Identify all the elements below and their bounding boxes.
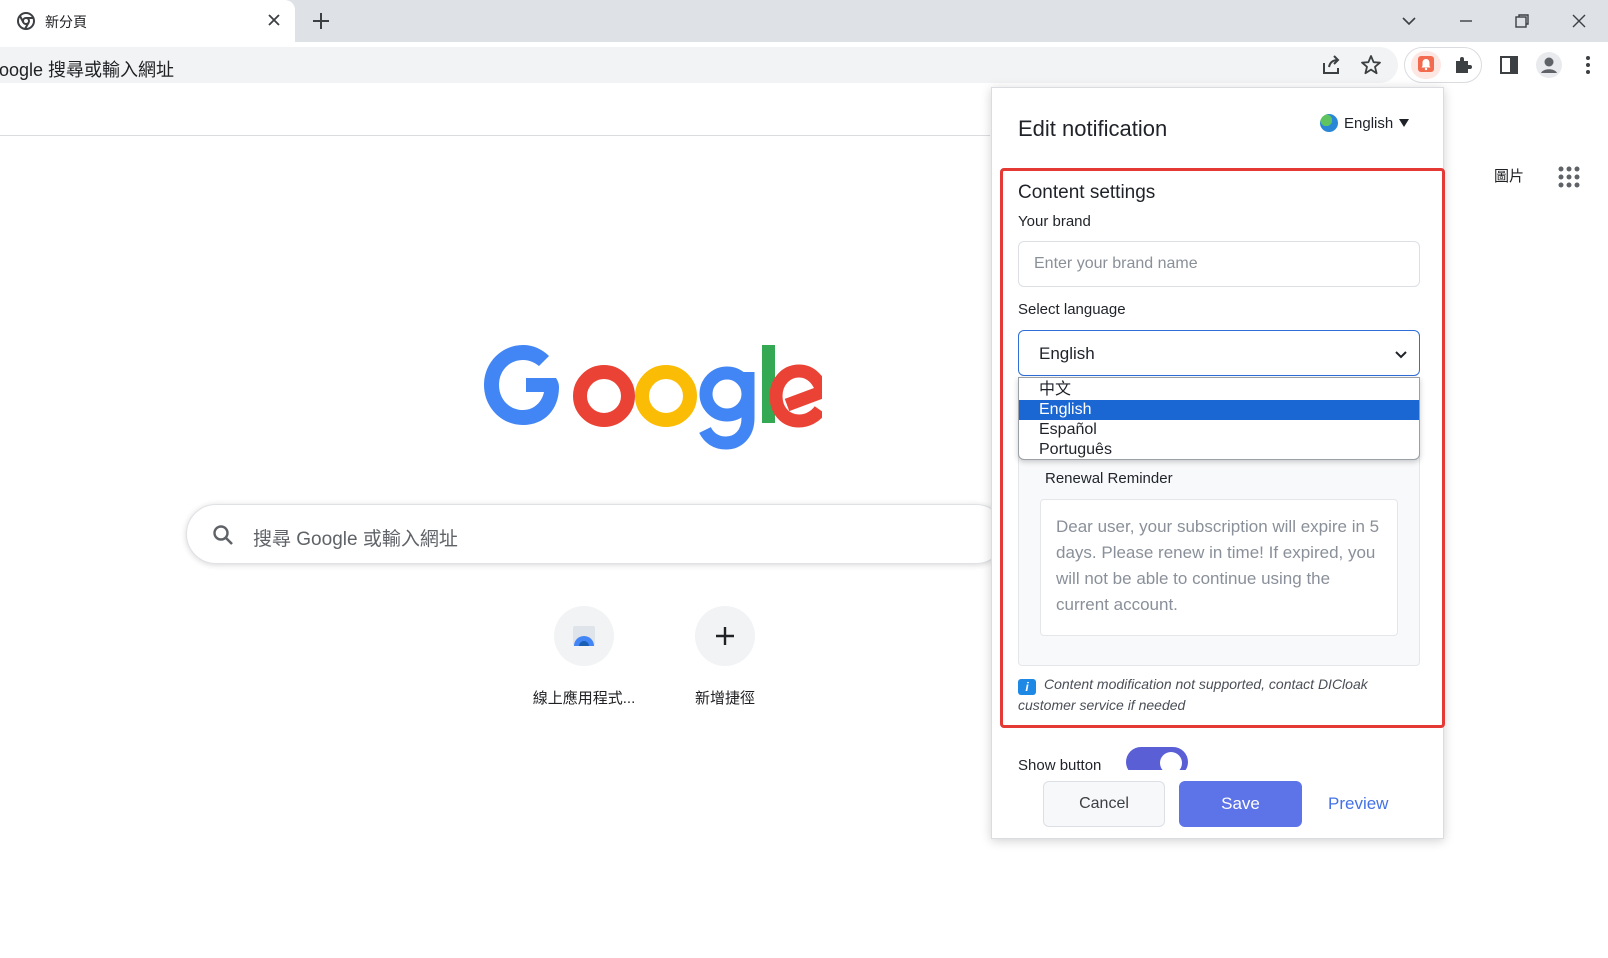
shortcut-tile [554, 606, 614, 666]
tab-new-tab[interactable]: 新分頁 [0, 0, 295, 42]
minimize-button[interactable] [1453, 8, 1479, 34]
close-icon [1572, 14, 1586, 28]
content-settings-title: Content settings [1018, 182, 1156, 203]
apps-grid-icon[interactable] [1558, 166, 1580, 188]
tab-search-button[interactable] [1396, 8, 1422, 34]
more-vertical-icon [1586, 56, 1590, 74]
language-select[interactable]: English [1018, 330, 1420, 376]
shortcut-label: 線上應用程式... [532, 690, 636, 707]
shortcut-web-store[interactable]: 線上應用程式... [524, 606, 644, 708]
search-icon [213, 525, 233, 545]
hint-text: Content modification not supported, cont… [1018, 676, 1368, 713]
ui-language-label: English [1344, 114, 1394, 132]
chrome-icon [17, 12, 35, 30]
minimize-icon [1460, 20, 1472, 22]
edit-notification-popup: Edit notification English Content settin… [991, 87, 1445, 839]
menu-button[interactable] [1578, 52, 1598, 78]
language-option-en[interactable]: English [1019, 400, 1419, 420]
shortcut-add[interactable]: 新增捷徑 [665, 606, 785, 708]
close-window-button[interactable] [1566, 8, 1592, 34]
address-bar-text: oogle 搜尋或輸入網址 [0, 60, 175, 80]
caret-down-icon [1399, 119, 1410, 127]
language-label: Select language [1018, 301, 1126, 318]
shortcut-label: 新增捷徑 [694, 690, 755, 707]
cancel-button[interactable]: Cancel [1043, 781, 1165, 827]
avatar-icon [1536, 52, 1562, 78]
close-icon[interactable] [266, 12, 282, 28]
language-option-es[interactable]: Español [1019, 420, 1419, 440]
images-link[interactable]: 圖片 [1494, 165, 1524, 186]
popup-title: Edit notification [1018, 116, 1168, 141]
puzzle-icon [1456, 57, 1472, 73]
profile-button[interactable] [1536, 52, 1562, 78]
toolbar-divider [0, 135, 990, 136]
language-option-pt[interactable]: Português [1019, 440, 1419, 460]
chevron-down-icon [1402, 17, 1416, 26]
web-store-icon [573, 626, 595, 646]
notification-extension-button[interactable] [1411, 51, 1441, 79]
brand-name-input[interactable] [1018, 241, 1420, 287]
language-select-value: English [1039, 344, 1095, 363]
restore-button[interactable] [1509, 8, 1535, 34]
bell-icon [1418, 56, 1434, 72]
shortcut-tile [695, 606, 755, 666]
extensions-button[interactable] [1450, 52, 1476, 78]
google-search-box[interactable]: 搜尋 Google 或輸入網址 [186, 504, 1006, 564]
language-option-zh[interactable]: 中文 [1019, 380, 1419, 400]
language-dropdown-list: 中文 English Español Português [1018, 377, 1420, 460]
tab-title: 新分頁 [45, 14, 87, 30]
browser-toolbar: oogle 搜尋或輸入網址 [0, 42, 1608, 89]
bookmark-button[interactable] [1358, 52, 1384, 78]
preview-link[interactable]: Preview [1328, 794, 1388, 814]
side-panel-icon [1500, 56, 1518, 74]
message-body: Dear user, your subscription will expire… [1040, 499, 1398, 636]
message-preview-box: Renewal Reminder Dear user, your subscri… [1018, 444, 1420, 666]
share-button[interactable] [1318, 52, 1344, 78]
tab-strip: 新分頁 [0, 0, 1608, 42]
restore-icon [1515, 14, 1529, 28]
info-icon: i [1018, 679, 1036, 695]
share-icon [1323, 55, 1340, 74]
address-bar[interactable]: oogle 搜尋或輸入網址 [0, 47, 1398, 83]
plus-icon [716, 627, 734, 645]
content-hint: i Content modification not supported, con… [1018, 674, 1428, 716]
save-button[interactable]: Save [1179, 781, 1302, 827]
new-tab-icon[interactable] [310, 10, 332, 32]
search-placeholder: 搜尋 Google 或輸入網址 [253, 529, 458, 550]
side-panel-button[interactable] [1496, 52, 1522, 78]
google-logo [484, 345, 822, 450]
chevron-down-icon [1395, 351, 1407, 359]
message-title: Renewal Reminder [1045, 470, 1173, 487]
globe-icon [1320, 114, 1338, 132]
star-icon [1361, 55, 1381, 75]
ui-language-switch[interactable]: English [1320, 114, 1410, 132]
brand-label: Your brand [1018, 213, 1091, 230]
